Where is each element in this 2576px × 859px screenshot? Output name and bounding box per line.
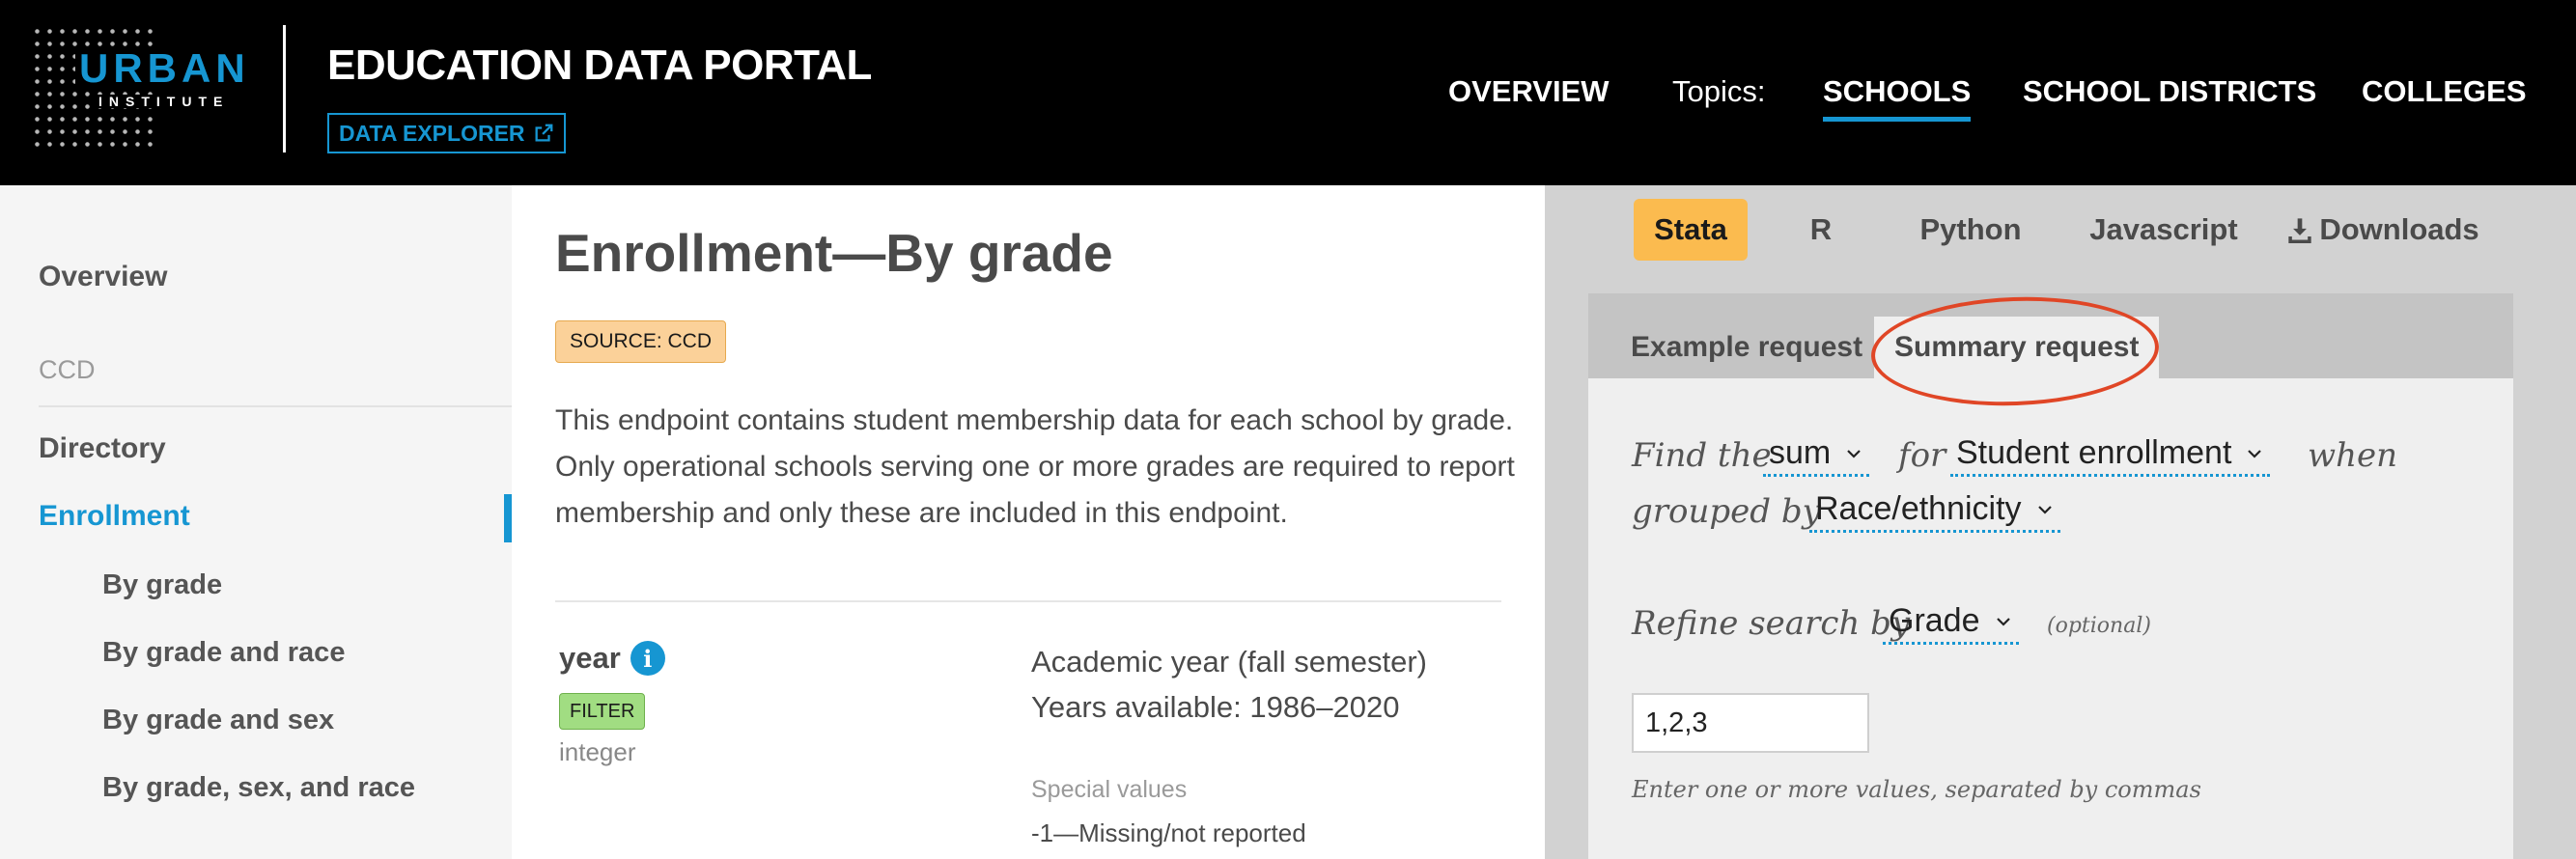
nav-school-districts[interactable]: SCHOOL DISTRICTS bbox=[2023, 68, 2316, 116]
refine-select-value: Grade bbox=[1889, 602, 1980, 639]
page-title: Enrollment—By grade bbox=[555, 223, 1113, 283]
find-the-label: Find the bbox=[1632, 436, 1772, 475]
header-divider bbox=[283, 25, 286, 152]
top-header: URBAN INSTITUTE EDUCATION DATA PORTAL DA… bbox=[0, 0, 2576, 185]
sidebar-subitem-by-grade-sex-race[interactable]: By grade, sex, and race bbox=[102, 772, 415, 804]
chevron-down-icon bbox=[1996, 617, 2010, 626]
sidebar-subitem-by-grade[interactable]: By grade bbox=[102, 569, 222, 601]
chevron-down-icon bbox=[2037, 505, 2052, 514]
nav-schools[interactable]: SCHOOLS bbox=[1823, 68, 1972, 122]
nav-colleges[interactable]: COLLEGES bbox=[2362, 68, 2527, 116]
tab-downloads[interactable]: Downloads bbox=[2286, 199, 2479, 261]
refine-search-label: Refine search by bbox=[1632, 604, 1911, 643]
language-tabs: Stata R Python Javascript Downloads bbox=[1545, 185, 2576, 293]
variable-select-value: Student enrollment bbox=[1956, 434, 2232, 471]
input-help-text: Enter one or more values, separated by c… bbox=[1632, 776, 2201, 803]
content-divider bbox=[555, 600, 1501, 602]
sidebar: Overview CCD Directory Enrollment By gra… bbox=[0, 185, 512, 859]
statistic-select-value: sum bbox=[1769, 434, 1832, 471]
field-name: year i bbox=[559, 641, 665, 676]
tab-python[interactable]: Python bbox=[1898, 199, 2043, 261]
optional-hint: (optional) bbox=[2047, 614, 2151, 638]
sidebar-active-marker bbox=[504, 494, 512, 542]
for-label: for bbox=[1898, 436, 1946, 475]
refine-values-input[interactable] bbox=[1632, 693, 1869, 753]
field-type: integer bbox=[559, 737, 636, 766]
variable-select[interactable]: Student enrollment bbox=[1950, 432, 2271, 477]
external-link-icon bbox=[535, 124, 552, 142]
nav-topics-label: Topics: bbox=[1672, 74, 1766, 108]
data-explorer-label: DATA EXPLORER bbox=[339, 120, 525, 146]
main-content: Enrollment—By grade SOURCE: CCD This end… bbox=[512, 185, 1545, 859]
logo-institute-text: INSTITUTE bbox=[95, 95, 234, 108]
sidebar-item-overview[interactable]: Overview bbox=[39, 261, 167, 293]
nav-overview[interactable]: OVERVIEW bbox=[1448, 68, 1610, 116]
filter-badge: FILTER bbox=[559, 693, 646, 730]
sidebar-subitem-by-grade-and-race[interactable]: By grade and race bbox=[102, 637, 345, 669]
tab-r[interactable]: R bbox=[1800, 199, 1842, 261]
tab-javascript[interactable]: Javascript bbox=[2074, 199, 2254, 261]
field-description: Academic year (fall semester) Years avai… bbox=[1031, 639, 1427, 730]
field-name-label: year bbox=[559, 641, 621, 675]
chevron-down-icon bbox=[2248, 449, 2262, 458]
tab-stata[interactable]: Stata bbox=[1634, 199, 1748, 261]
special-value-item: -1—Missing/not reported bbox=[1031, 818, 1306, 847]
sidebar-divider bbox=[39, 405, 512, 407]
sidebar-item-directory[interactable]: Directory bbox=[39, 432, 166, 465]
portal-title[interactable]: EDUCATION DATA PORTAL bbox=[327, 42, 872, 89]
urban-institute-logo[interactable]: URBAN INSTITUTE bbox=[31, 25, 254, 151]
data-explorer-button[interactable]: DATA EXPLORER bbox=[327, 113, 566, 153]
statistic-select[interactable]: sum bbox=[1763, 432, 1870, 477]
grouped-by-label: grouped by bbox=[1632, 492, 1821, 531]
when-label: when bbox=[2308, 436, 2398, 475]
source-badge: SOURCE: CCD bbox=[555, 320, 727, 363]
group-by-select-value: Race/ethnicity bbox=[1815, 490, 2022, 527]
field-desc-line2: Years available: 1986–2020 bbox=[1031, 690, 1400, 724]
logo-urban-text: URBAN bbox=[75, 48, 254, 89]
endpoint-description: This endpoint contains student membershi… bbox=[555, 404, 1515, 529]
info-icon[interactable]: i bbox=[630, 641, 665, 676]
group-by-select[interactable]: Race/ethnicity bbox=[1809, 488, 2060, 533]
sidebar-section-ccd: CCD bbox=[39, 355, 96, 384]
sidebar-item-enrollment[interactable]: Enrollment bbox=[39, 500, 190, 533]
download-icon bbox=[2288, 218, 2311, 243]
refine-select[interactable]: Grade bbox=[1883, 600, 2019, 645]
special-values-heading: Special values bbox=[1031, 776, 1188, 803]
sidebar-subitem-by-grade-and-sex[interactable]: By grade and sex bbox=[102, 705, 334, 736]
chevron-down-icon bbox=[1847, 449, 1862, 458]
tab-downloads-label: Downloads bbox=[2319, 212, 2479, 246]
tab-example-request[interactable]: Example request bbox=[1610, 317, 1883, 378]
field-desc-line1: Academic year (fall semester) bbox=[1031, 645, 1428, 679]
